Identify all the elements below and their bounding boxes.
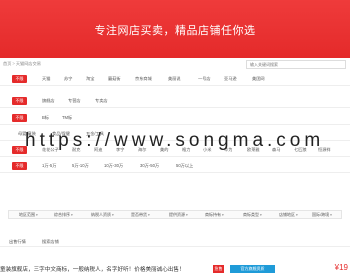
sort-dropdown[interactable]: 店铺地区 ▾ bbox=[279, 212, 298, 218]
tab-bar: 出售行情 搜索店铺 bbox=[0, 237, 350, 247]
sort-dropdown[interactable]: 商标类型 ▾ bbox=[243, 212, 262, 218]
chevron-down-icon: ▾ bbox=[70, 213, 73, 217]
breadcrumb-home[interactable]: 首页 bbox=[3, 61, 11, 66]
search-input[interactable] bbox=[247, 61, 345, 68]
banner-title: 专注网店买卖，精品店铺任你选 bbox=[94, 25, 256, 37]
filter-option[interactable]: 专卖店 bbox=[95, 98, 108, 104]
chevron-down-icon: ▾ bbox=[295, 213, 298, 217]
breadcrumb-bar: 首页>天猫网店交易 bbox=[0, 59, 350, 69]
filter-option[interactable]: 1万-5万 bbox=[42, 163, 56, 169]
sort-dropdown-label: 是否带货 bbox=[131, 212, 147, 217]
filter-unlimited-button[interactable]: 不限 bbox=[12, 97, 27, 105]
chevron-down-icon: ▾ bbox=[329, 213, 332, 217]
breadcrumb-current: 天猫网店交易 bbox=[15, 61, 41, 66]
filter-unlimited-button[interactable]: 不限 bbox=[12, 162, 27, 170]
search-box[interactable] bbox=[246, 60, 346, 69]
chevron-down-icon: ▾ bbox=[111, 213, 114, 217]
filter-option[interactable]: 5万-10万 bbox=[72, 163, 89, 169]
filter-option[interactable]: TM标 bbox=[62, 115, 72, 121]
filter-option[interactable]: 京东商城 bbox=[135, 76, 152, 82]
qualification-badge: 官方旗舰资质 bbox=[230, 265, 275, 273]
urgent-badge: 急售 bbox=[213, 265, 224, 273]
filter-option[interactable]: 10万-30万 bbox=[104, 163, 123, 169]
tab-item[interactable]: 搜索店铺 bbox=[42, 239, 59, 245]
chevron-down-icon: ▾ bbox=[259, 213, 262, 217]
sort-dropdown-label: 国际/跨境 bbox=[312, 212, 330, 217]
tab-item[interactable]: 出售行情 bbox=[9, 239, 26, 245]
filter-option[interactable]: B标 bbox=[42, 115, 49, 121]
sort-dropdown[interactable]: 提供资源 ▾ bbox=[169, 212, 188, 218]
sort-dropdown-label: 店铺地区 bbox=[279, 212, 295, 217]
sort-dropdown-label: 商标类型 bbox=[243, 212, 259, 217]
filter-option[interactable]: 专营店 bbox=[68, 98, 81, 104]
sort-bar: 地区范围 ▾ 综合排序 ▾ 纳税人资质 ▾ 是否带货 ▾ 提供资源 ▾ 商标持有 ▾ 商标类… bbox=[8, 210, 342, 219]
sort-dropdown-label: 地区范围 bbox=[19, 212, 35, 217]
listing-item[interactable]: 童装旗舰店，三字中文商标，一般纳税人，名字好听！价格美丽诚心出售！ 急售 官方旗… bbox=[0, 262, 350, 276]
sort-dropdown-label: 提供资源 bbox=[169, 212, 185, 217]
sort-dropdown[interactable]: 纳税人资质 ▾ bbox=[91, 212, 114, 218]
filter-row: 不限 1万-5万 5万-10万 10万-30万 30万-50万 50万以上 bbox=[0, 159, 350, 173]
filter-option[interactable]: 旗舰店 bbox=[42, 98, 55, 104]
sort-dropdown[interactable]: 是否带货 ▾ bbox=[131, 212, 150, 218]
filter-option[interactable]: 苏宁 bbox=[64, 76, 72, 82]
chevron-down-icon: ▾ bbox=[185, 213, 188, 217]
sort-dropdown[interactable]: 商标持有 ▾ bbox=[205, 212, 224, 218]
breadcrumb-separator: > bbox=[12, 61, 15, 66]
filter-option[interactable]: 天猫 bbox=[42, 76, 50, 82]
filter-row: 不限 B标 TM标 bbox=[0, 111, 350, 125]
filter-row: 不限 旗舰店 专营店 专卖店 bbox=[0, 94, 350, 108]
listing-title[interactable]: 童装旗舰店，三字中文商标，一般纳税人，名字好听！价格美丽诚心出售！ bbox=[0, 265, 185, 273]
chevron-down-icon: ▾ bbox=[35, 213, 38, 217]
sort-dropdown-label: 商标持有 bbox=[205, 212, 221, 217]
sort-dropdown-label: 纳税人资质 bbox=[91, 212, 111, 217]
filter-unlimited-button[interactable]: 不限 bbox=[12, 75, 27, 83]
filter-option[interactable]: 50万以上 bbox=[176, 163, 193, 169]
filter-option[interactable]: 一号店 bbox=[198, 76, 211, 82]
filter-row: 不限 天猫 苏宁 淘宝 蘑菇街 京东商城 美丽说 一号店 亚马逊 美团网 bbox=[0, 72, 350, 86]
breadcrumb: 首页>天猫网店交易 bbox=[3, 61, 41, 67]
filter-option[interactable]: 淘宝 bbox=[86, 76, 94, 82]
sort-dropdown-label: 综合排序 bbox=[54, 212, 70, 217]
sort-dropdown[interactable]: 地区范围 ▾ bbox=[19, 212, 38, 218]
chevron-down-icon: ▾ bbox=[147, 213, 150, 217]
filter-option[interactable]: 美团网 bbox=[252, 76, 265, 82]
filter-option[interactable]: 亚马逊 bbox=[224, 76, 237, 82]
watermark-text: https://www.songma.com bbox=[25, 130, 325, 151]
filter-unlimited-button[interactable]: 不限 bbox=[12, 114, 27, 122]
chevron-down-icon: ▾ bbox=[221, 213, 224, 217]
hero-banner: 专注网店买卖，精品店铺任你选 bbox=[0, 0, 350, 58]
filter-option[interactable]: 30万-50万 bbox=[140, 163, 159, 169]
filter-option[interactable]: 美丽说 bbox=[168, 76, 181, 82]
listing-price: ¥19 bbox=[334, 263, 348, 272]
filter-option[interactable]: 蘑菇街 bbox=[108, 76, 121, 82]
sort-dropdown[interactable]: 国际/跨境 ▾ bbox=[312, 212, 332, 218]
sort-dropdown[interactable]: 综合排序 ▾ bbox=[54, 212, 73, 218]
